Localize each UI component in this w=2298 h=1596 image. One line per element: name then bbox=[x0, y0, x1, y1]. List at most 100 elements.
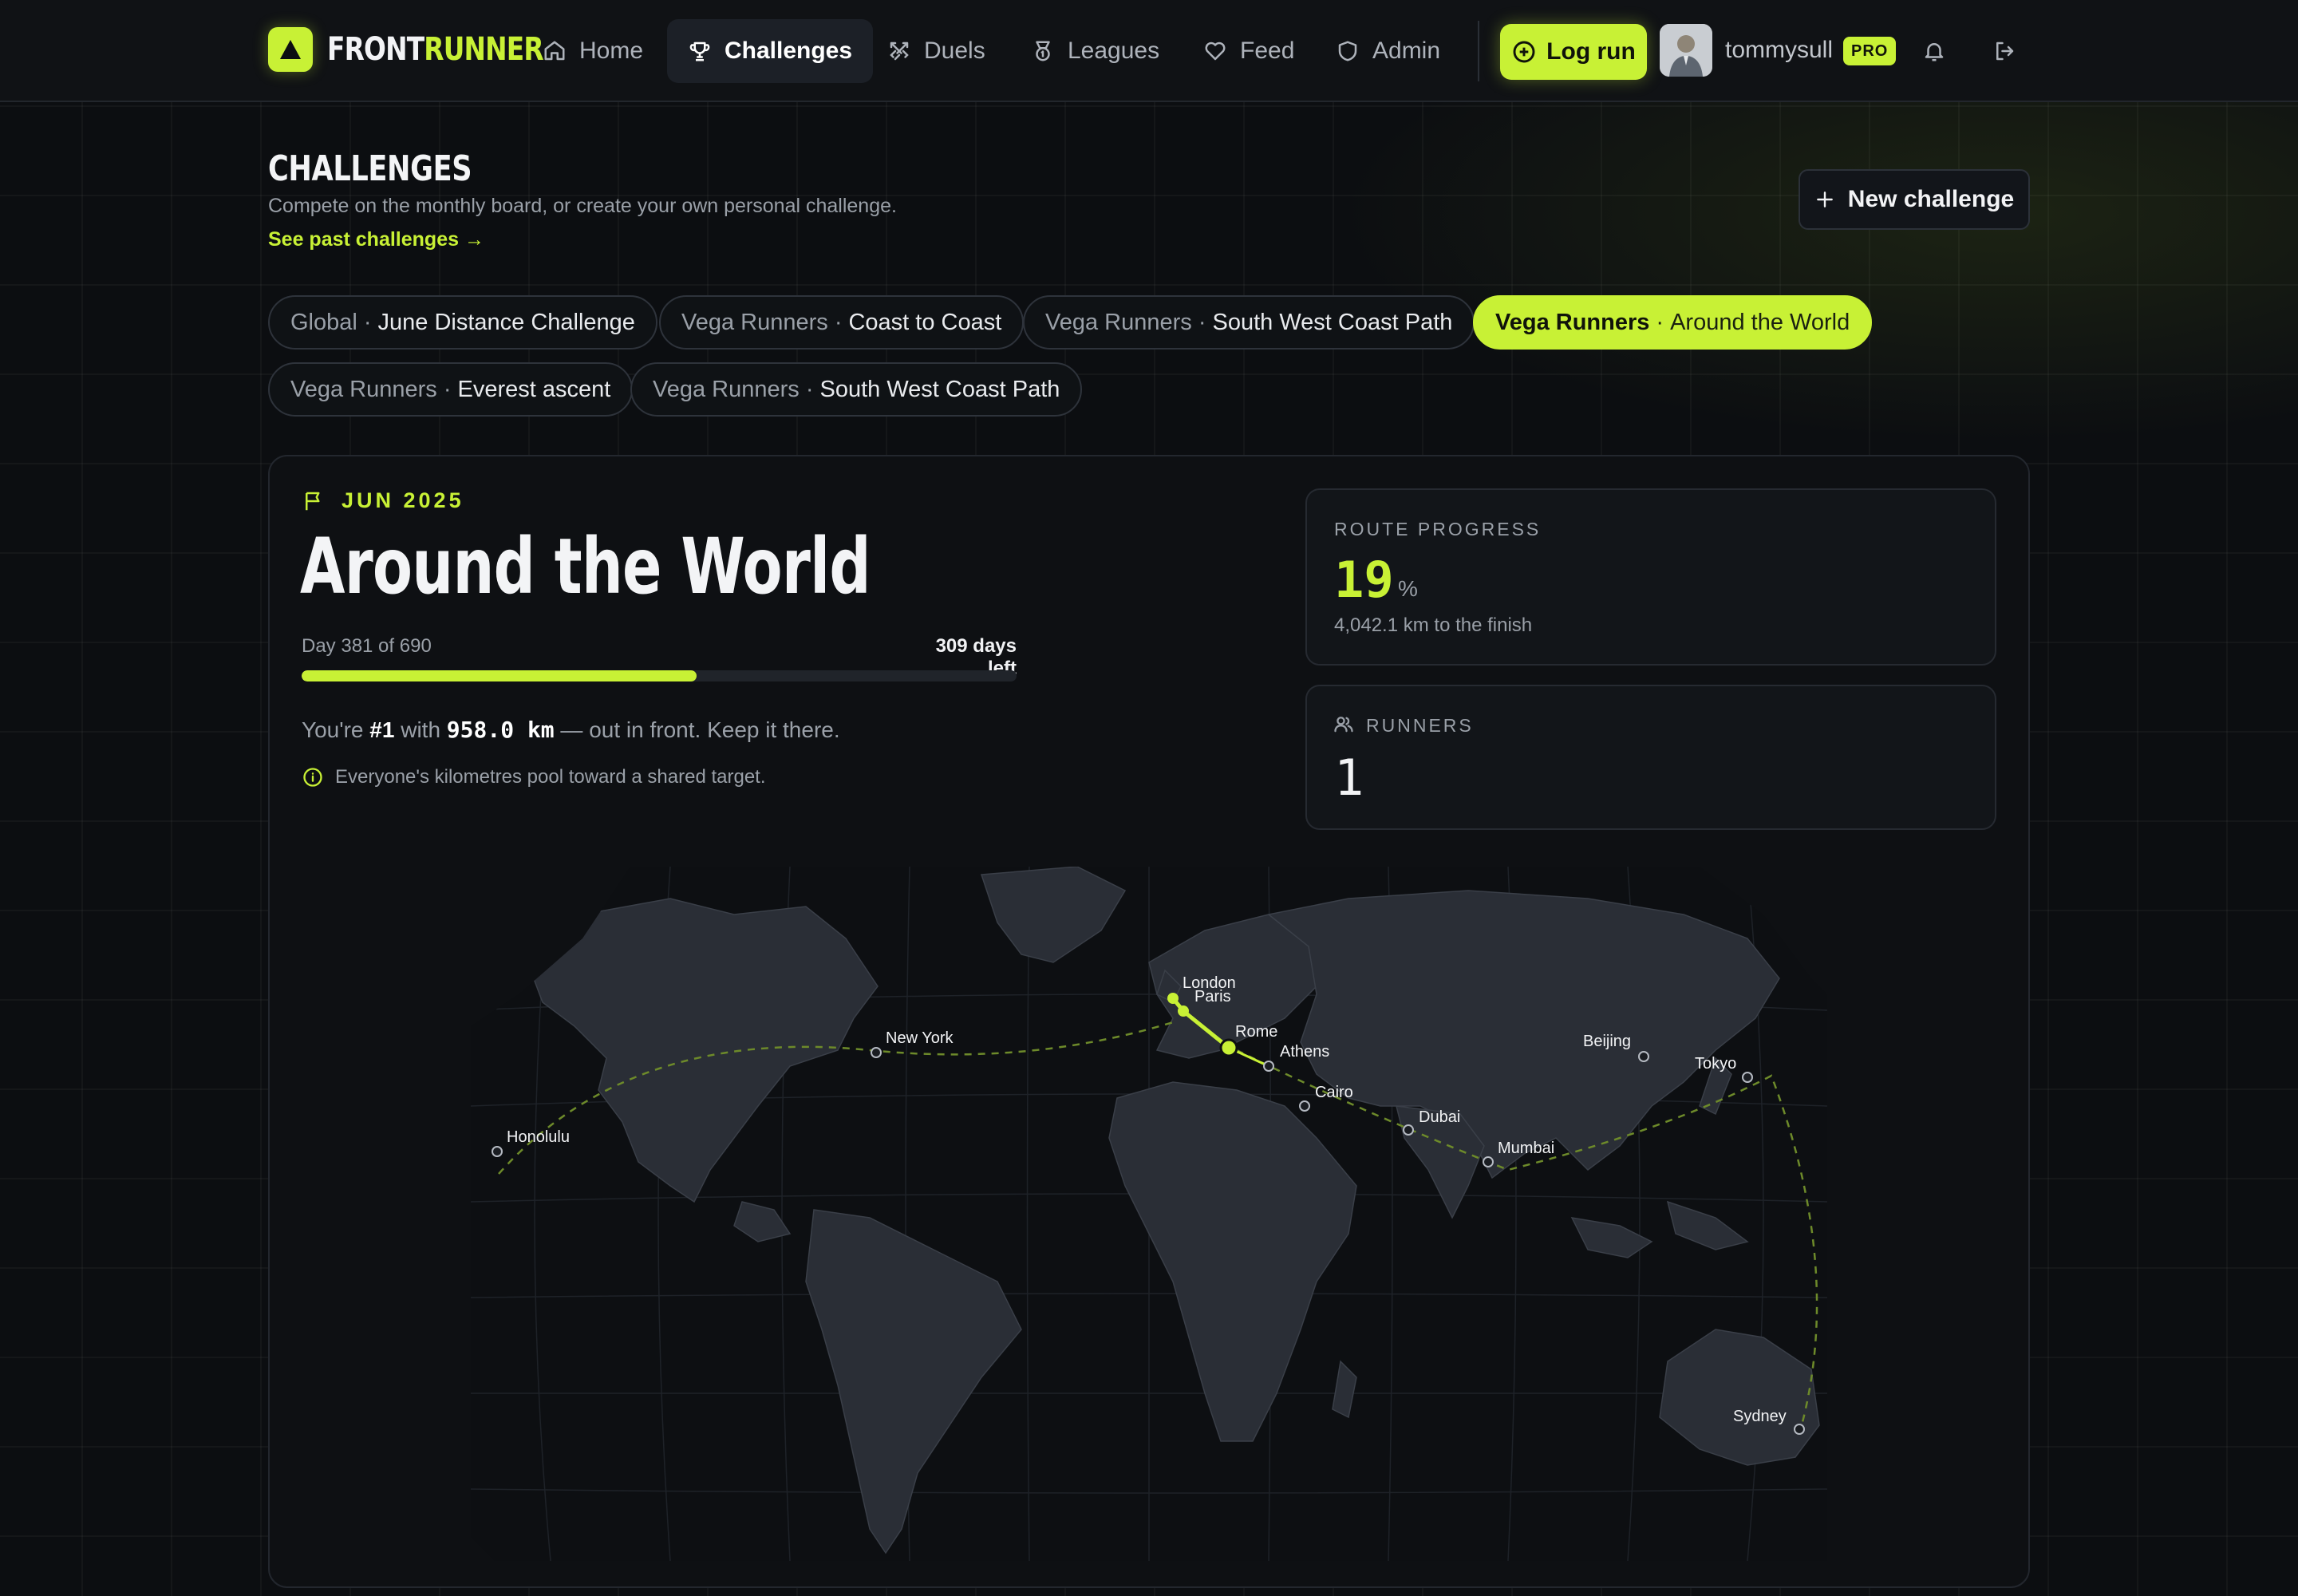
nav-label-leagues: Leagues bbox=[1068, 38, 1160, 64]
logout-icon bbox=[1996, 41, 2014, 61]
challenge-title: Around the World bbox=[300, 522, 871, 611]
chip-group: Vega Runners bbox=[653, 376, 800, 402]
info-icon bbox=[303, 768, 322, 787]
challenge-chip[interactable]: Vega Runners · Coast to Coast bbox=[659, 295, 1025, 350]
nav-label-feed: Feed bbox=[1240, 38, 1295, 64]
nav-item-challenges[interactable]: Challenges bbox=[667, 19, 874, 83]
route-progress-card: ROUTE PROGRESS 19 % 4,042.1 km to the fi… bbox=[1305, 488, 1996, 666]
chip-name: Everest ascent bbox=[457, 376, 611, 402]
past-challenges-link[interactable]: See past challenges → bbox=[268, 228, 484, 251]
bell-icon bbox=[1925, 43, 1944, 61]
rank-text-2: with bbox=[394, 717, 447, 742]
log-run-button[interactable]: Log run bbox=[1500, 24, 1647, 80]
medal-icon bbox=[1036, 41, 1050, 61]
username[interactable]: tommysull bbox=[1725, 37, 1833, 64]
day-progress-bar bbox=[302, 670, 1017, 681]
info-note: Everyone's kilometres pool toward a shar… bbox=[302, 766, 766, 788]
route-remaining: 4,042.1 km to the finish bbox=[1334, 614, 1533, 636]
city-label: Dubai bbox=[1419, 1108, 1460, 1126]
challenge-chip[interactable]: Vega Runners · Everest ascent bbox=[268, 362, 634, 417]
chip-separator: · bbox=[834, 309, 843, 335]
home-icon bbox=[544, 41, 565, 61]
chip-separator: · bbox=[363, 309, 372, 335]
city-marker[interactable] bbox=[492, 1146, 503, 1157]
top-nav: FRONTRUNNER Home Challenges Duels League… bbox=[0, 0, 2298, 102]
nav-item-duels[interactable]: Duels bbox=[867, 19, 1006, 83]
challenge-chip[interactable]: Global · June Distance Challenge bbox=[268, 295, 657, 350]
chip-name: Coast to Coast bbox=[848, 309, 1002, 335]
city-marker[interactable] bbox=[1178, 1005, 1189, 1017]
log-run-label: Log run bbox=[1546, 38, 1636, 65]
brand-name: FRONTRUNNER bbox=[327, 31, 544, 68]
chip-name: South West Coast Path bbox=[819, 376, 1060, 402]
trophy-icon bbox=[689, 41, 710, 61]
chip-group: Vega Runners bbox=[1495, 309, 1650, 335]
brand-logo-icon bbox=[268, 27, 313, 72]
world-route-map: London Paris Rome Athens Cairo Dubai Mum… bbox=[471, 867, 1827, 1561]
city-label: Sydney bbox=[1733, 1408, 1787, 1425]
brand-name-part-1: FRONT bbox=[327, 31, 424, 68]
city-marker[interactable] bbox=[1638, 1051, 1649, 1062]
rank-value: #1 bbox=[369, 717, 395, 742]
chip-group: Vega Runners bbox=[290, 376, 437, 402]
nav-item-feed[interactable]: Feed bbox=[1183, 19, 1315, 83]
page-subtitle: Compete on the monthly board, or create … bbox=[268, 195, 897, 217]
city-marker[interactable] bbox=[1263, 1061, 1274, 1072]
chip-name: June Distance Challenge bbox=[377, 309, 635, 335]
nav-item-home[interactable]: Home bbox=[522, 19, 664, 83]
nav-label-challenges: Challenges bbox=[725, 38, 853, 64]
city-marker[interactable] bbox=[1794, 1424, 1805, 1435]
challenge-month: JUN 2025 bbox=[302, 488, 464, 513]
challenge-chip[interactable]: Vega Runners · South West Coast Path bbox=[1023, 295, 1475, 350]
nav-label-duels: Duels bbox=[924, 38, 985, 64]
runners-card: RUNNERS 1 bbox=[1305, 685, 1996, 830]
chip-name: Around the World bbox=[1670, 309, 1850, 335]
heart-icon bbox=[1205, 41, 1226, 61]
city-label: Cairo bbox=[1315, 1084, 1353, 1101]
nav-item-leagues[interactable]: Leagues bbox=[1010, 19, 1180, 83]
city-label: Rome bbox=[1235, 1023, 1277, 1041]
chip-separator: · bbox=[443, 376, 452, 402]
nav-label-admin: Admin bbox=[1372, 38, 1441, 64]
swords-icon bbox=[890, 41, 909, 61]
chip-group: Global bbox=[290, 309, 357, 335]
users-icon bbox=[1334, 717, 1353, 733]
city-marker-current[interactable] bbox=[1219, 1038, 1238, 1057]
nav-item-admin[interactable]: Admin bbox=[1315, 19, 1461, 83]
nav-divider bbox=[1478, 21, 1479, 81]
notifications-button[interactable] bbox=[1918, 35, 1950, 67]
distance-value: 958.0 km bbox=[446, 717, 555, 743]
rank-text-1: You're bbox=[302, 717, 370, 742]
city-marker[interactable] bbox=[1167, 993, 1179, 1004]
day-label: Day 381 of 690 bbox=[302, 635, 432, 657]
city-label: Athens bbox=[1280, 1043, 1329, 1061]
rank-text-3: — out in front. Keep it there. bbox=[554, 717, 840, 742]
route-progress-percent: 19 bbox=[1334, 551, 1394, 609]
city-label: Beijing bbox=[1583, 1033, 1631, 1050]
city-marker[interactable] bbox=[1299, 1100, 1310, 1112]
rank-line: You're #1 with 958.0 km — out in front. … bbox=[302, 717, 840, 743]
chip-group: Vega Runners bbox=[681, 309, 828, 335]
new-challenge-button[interactable]: New challenge bbox=[1799, 169, 2030, 230]
challenge-month-label: JUN 2025 bbox=[342, 488, 464, 512]
city-label: New York bbox=[886, 1029, 954, 1047]
city-marker[interactable] bbox=[871, 1047, 882, 1058]
city-label: Mumbai bbox=[1498, 1140, 1554, 1157]
city-marker[interactable] bbox=[1403, 1124, 1414, 1136]
challenge-chip-active[interactable]: Vega Runners · Around the World bbox=[1473, 295, 1873, 350]
flag-icon bbox=[306, 492, 320, 510]
avatar[interactable] bbox=[1660, 24, 1712, 77]
pro-badge: PRO bbox=[1843, 37, 1897, 65]
route-progress-percent-sign: % bbox=[1398, 576, 1418, 601]
page-title: CHALLENGES bbox=[268, 148, 472, 189]
city-label: Tokyo bbox=[1695, 1055, 1736, 1073]
logout-button[interactable] bbox=[1988, 35, 2020, 67]
runners-count: 1 bbox=[1334, 749, 1364, 807]
nav-label-home: Home bbox=[579, 38, 644, 64]
challenge-chip[interactable]: Vega Runners · South West Coast Path bbox=[630, 362, 1083, 417]
city-marker[interactable] bbox=[1483, 1156, 1494, 1167]
chip-separator: · bbox=[1656, 309, 1664, 335]
city-label: Honolulu bbox=[507, 1128, 570, 1146]
chip-name: South West Coast Path bbox=[1212, 309, 1453, 335]
city-marker[interactable] bbox=[1742, 1072, 1753, 1083]
